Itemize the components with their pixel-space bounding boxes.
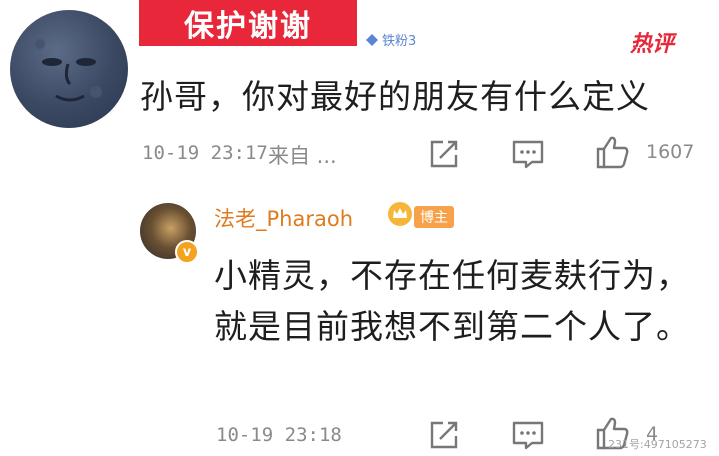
share-icon[interactable] xyxy=(426,136,462,172)
reply-time: 10-19 23:18 xyxy=(216,424,342,446)
like-count: 1607 xyxy=(646,141,695,163)
hot-label: 热评 xyxy=(630,32,675,57)
comment-icon[interactable] xyxy=(510,417,546,453)
reply-author-name[interactable]: 法老_Pharaoh xyxy=(214,203,353,233)
comment-source[interactable]: 来自 ... xyxy=(268,140,337,170)
crown-icon xyxy=(388,202,412,226)
fan-badge: 铁粉3 xyxy=(361,30,422,49)
blogger-badge: 博主 xyxy=(414,206,454,228)
fan-badge-label: 铁粉3 xyxy=(382,34,417,49)
like-icon[interactable] xyxy=(594,134,630,170)
watermark: 231号:497105273 xyxy=(608,438,707,451)
comment-text: 孙哥，你对最好的朋友有什么定义 xyxy=(140,77,650,116)
commenter-avatar[interactable] xyxy=(10,10,128,128)
verified-icon: v xyxy=(175,240,199,264)
reply-text: 小精灵，不存在任何麦麸行为，就是目前我想不到第二个人了。 xyxy=(214,256,690,346)
comment-time: 10-19 23:17 xyxy=(142,142,268,164)
title-banner: 保护谢谢 xyxy=(139,0,357,46)
comment-icon[interactable] xyxy=(510,136,546,172)
moon-face-icon xyxy=(35,39,102,102)
diamond-icon xyxy=(366,33,378,46)
share-icon[interactable] xyxy=(426,417,462,453)
